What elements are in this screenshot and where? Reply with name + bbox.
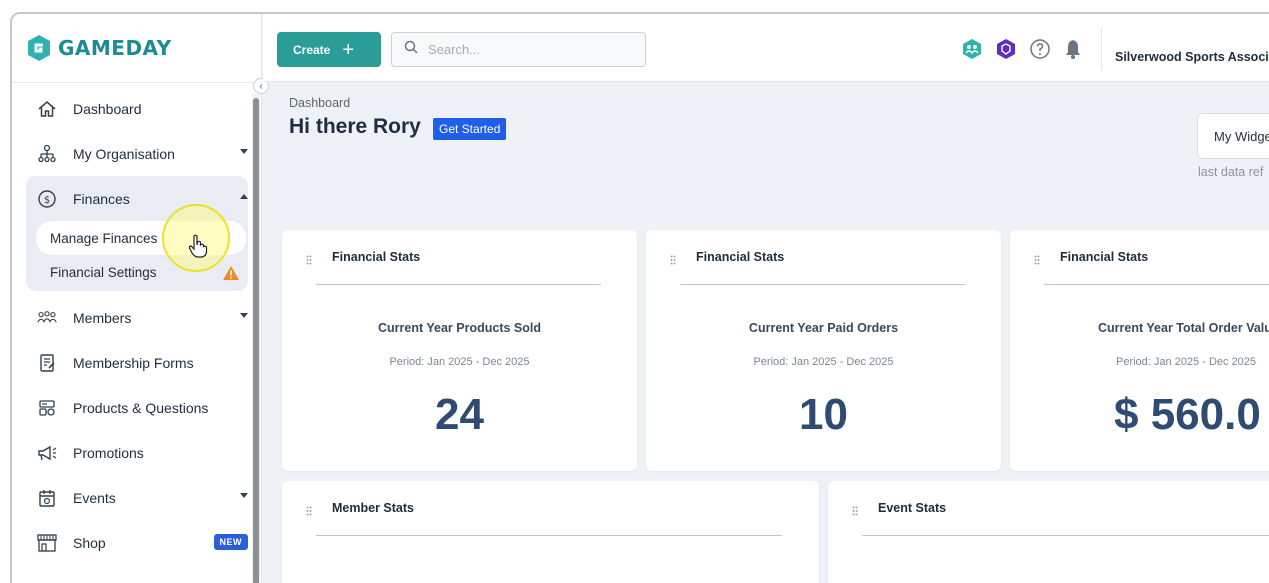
stat-label: Current Year Paid Orders xyxy=(748,321,899,335)
chevron-left-icon: ‹ xyxy=(259,80,263,92)
last-data-refresh: last data ref xyxy=(1198,165,1264,179)
search-icon xyxy=(404,40,418,59)
search-input[interactable] xyxy=(428,42,628,57)
calendar-icon xyxy=(36,487,58,509)
chevron-down-icon xyxy=(240,149,248,154)
gameday-logo-icon xyxy=(28,35,50,61)
stat-period: Period: Jan 2025 - Dec 2025 xyxy=(753,356,894,368)
org-switcher[interactable]: Silverwood Sports Associ xyxy=(1115,50,1269,64)
card-divider xyxy=(316,284,601,285)
sidebar-item-my-organisation[interactable]: My Organisation xyxy=(26,131,248,176)
chevron-down-icon xyxy=(240,313,248,318)
bell-icon[interactable] xyxy=(1063,38,1083,65)
sidebar-item-label: Dashboard xyxy=(73,100,142,117)
card-title: Member Stats xyxy=(332,501,414,515)
sidebar: GAMEDAY Dashboard My Organisation $ Fina… xyxy=(12,14,269,583)
sidebar-subitem-label: Manage Finances xyxy=(50,230,158,246)
topbar-divider xyxy=(1101,28,1102,70)
stat-card-total-order-value: Financial Stats Current Year Total Order… xyxy=(1010,230,1269,471)
sidebar-item-promotions[interactable]: Promotions xyxy=(26,430,248,475)
help-icon[interactable] xyxy=(1029,38,1051,65)
my-widgets-button[interactable]: My Widge xyxy=(1197,113,1269,159)
stat-card-products-sold: Financial Stats Current Year Products So… xyxy=(282,230,637,471)
brand-name: GAMEDAY xyxy=(58,36,172,60)
plus-icon: + xyxy=(342,38,355,61)
megaphone-icon xyxy=(36,442,58,464)
card-title: Financial Stats xyxy=(696,250,785,264)
create-button[interactable]: Create + xyxy=(277,32,381,67)
stat-card-paid-orders: Financial Stats Current Year Paid Orders… xyxy=(646,230,1001,471)
sidebar-item-label: My Organisation xyxy=(73,145,175,162)
breadcrumb[interactable]: Dashboard xyxy=(289,96,350,110)
sidebar-item-members[interactable]: Members xyxy=(26,295,248,340)
sidebar-scrollbar[interactable] xyxy=(253,98,259,583)
topbar: Create + Silverwood Sports Associ xyxy=(263,14,1269,82)
stat-value: 24 xyxy=(435,390,484,439)
card-divider xyxy=(1044,284,1269,285)
stat-period: Period: Jan 2025 - Dec 2025 xyxy=(1116,356,1257,368)
card-divider xyxy=(680,284,965,285)
drag-handle-icon[interactable] xyxy=(306,503,312,521)
event-stats-card: Event Stats xyxy=(828,481,1269,583)
sidebar-item-label: Shop xyxy=(73,534,106,551)
card-divider xyxy=(316,535,782,536)
card-title: Event Stats xyxy=(878,501,947,515)
sidebar-item-dashboard[interactable]: Dashboard xyxy=(26,86,248,131)
svg-text:$: $ xyxy=(44,195,50,206)
card-title: Financial Stats xyxy=(332,250,421,264)
chevron-up-icon xyxy=(240,194,248,199)
logo-divider xyxy=(12,82,262,83)
org-chart-icon xyxy=(36,143,58,165)
gameday-logo[interactable]: GAMEDAY xyxy=(26,34,172,62)
stat-period: Period: Jan 2025 - Dec 2025 xyxy=(389,356,530,368)
shop-icon xyxy=(36,532,58,554)
chevron-down-icon xyxy=(240,493,248,498)
sidebar-item-events[interactable]: Events xyxy=(26,475,248,520)
sidebar-item-products-questions[interactable]: Products & Questions xyxy=(26,385,248,430)
dollar-circle-icon: $ xyxy=(36,188,58,210)
shield-icon[interactable] xyxy=(995,38,1017,65)
topbar-icons xyxy=(961,38,1083,65)
create-button-label: Create xyxy=(293,42,331,57)
stat-value: 10 xyxy=(799,390,848,439)
card-title: Financial Stats xyxy=(1060,250,1149,264)
sidebar-nav: Dashboard My Organisation $ Finances Man… xyxy=(26,86,248,565)
sidebar-item-shop[interactable]: Shop NEW xyxy=(26,520,248,565)
warning-icon xyxy=(222,265,240,284)
members-icon xyxy=(36,307,58,329)
products-icon xyxy=(36,397,58,419)
drag-handle-icon[interactable] xyxy=(306,252,312,270)
hand-cursor-icon xyxy=(188,234,208,263)
drag-handle-icon[interactable] xyxy=(852,503,858,521)
sidebar-item-label: Finances xyxy=(73,190,130,207)
sidebar-item-label: Products & Questions xyxy=(73,399,209,416)
drag-handle-icon[interactable] xyxy=(670,252,676,270)
stat-label: Current Year Products Sold xyxy=(377,321,541,335)
page-title: Hi there Rory xyxy=(289,115,421,138)
team-icon[interactable] xyxy=(961,38,983,65)
sidebar-item-membership-forms[interactable]: Membership Forms xyxy=(26,340,248,385)
drag-handle-icon[interactable] xyxy=(1034,252,1040,270)
stat-value: $ 560.0 xyxy=(1114,390,1261,439)
home-icon xyxy=(36,98,58,120)
search-box xyxy=(391,32,646,67)
get-started-button[interactable]: Get Started xyxy=(433,118,507,140)
member-stats-card: Member Stats xyxy=(282,481,819,583)
new-badge: NEW xyxy=(213,534,248,550)
sidebar-item-label: Events xyxy=(73,489,116,506)
sidebar-subitem-label: Financial Settings xyxy=(50,264,157,280)
sidebar-item-label: Membership Forms xyxy=(73,354,194,371)
sidebar-item-label: Promotions xyxy=(73,444,144,461)
form-icon xyxy=(36,352,58,374)
stat-label: Current Year Total Order Valu xyxy=(1098,321,1269,335)
card-divider xyxy=(862,535,1269,536)
app-frame: GAMEDAY Dashboard My Organisation $ Fina… xyxy=(10,12,1269,583)
sidebar-item-label: Members xyxy=(73,309,132,326)
